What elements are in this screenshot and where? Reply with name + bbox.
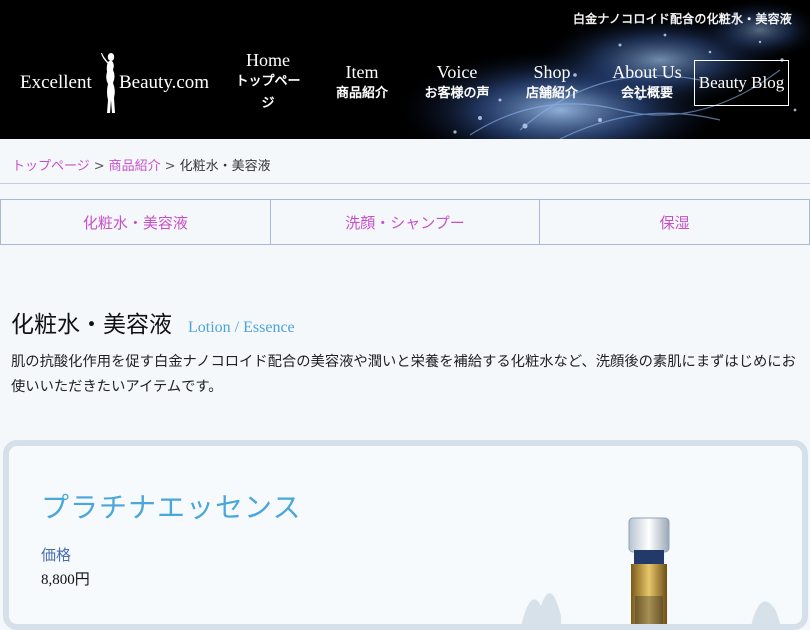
breadcrumb-items-link[interactable]: 商品紹介 [109,159,161,174]
nav-voice[interactable]: Voice お客様の声 [418,61,496,105]
section-title-ja: 化粧水・美容液 [11,312,172,338]
logo-text-right: Beauty.com [119,72,210,93]
logo-text-left: Excellent [20,72,92,93]
product-name[interactable]: プラチナエッセンス [41,486,301,526]
section-title: 化粧水・美容液 Lotion / Essence [11,305,295,339]
breadcrumb-divider [0,183,810,184]
tab-lotion-essence[interactable]: 化粧水・美容液 [1,200,271,244]
breadcrumb-separator: > [164,159,176,174]
product-price: 8,800円 [41,572,90,588]
site-header: 白金ナノコロイド配合の化粧水・美容液 Excellent Beauty.com … [0,0,810,139]
nav-home[interactable]: Home トップペー ジ [232,49,304,115]
nav-about-us-ja: 会社概要 [620,86,673,101]
site-logo[interactable]: Excellent Beauty.com [20,52,225,114]
breadcrumb-current: 化粧水・美容液 [179,159,271,174]
nav-about-us-en: About Us [612,62,682,82]
breadcrumb-home-link[interactable]: トップページ [12,159,90,174]
breadcrumb: トップページ > 商品紹介 > 化粧水・美容液 [12,155,271,174]
category-tabs: 化粧水・美容液 洗顔・シャンプー 保湿 [0,199,810,245]
nav-item-ja: 商品紹介 [335,86,388,101]
nav-item[interactable]: Item 商品紹介 [328,61,396,105]
tab-moisturizing[interactable]: 保湿 [540,200,809,244]
price-label: 価格 [41,546,72,564]
beauty-blog-button[interactable]: Beauty Blog [694,60,789,106]
nav-voice-en: Voice [436,62,478,82]
tab-face-wash-shampoo[interactable]: 洗顔・シャンプー [271,200,541,244]
nav-voice-ja: お客様の声 [424,86,490,101]
section-title-en: Lotion / Essence [188,319,295,336]
nav-home-ja: トップペー ジ [235,74,301,111]
nav-home-en: Home [246,50,290,70]
product-card: プラチナエッセンス 価格 8,800円 [3,440,808,630]
nav-shop[interactable]: Shop 店舗紹介 [516,61,588,105]
nav-shop-en: Shop [533,62,571,82]
section-description: 肌の抗酸化作用を促す白金ナノコロイド配合の美容液や潤いと栄養を補給する化粧水など… [11,354,796,395]
site-tagline: 白金ナノコロイド配合の化粧水・美容液 [572,12,792,26]
breadcrumb-separator: > [93,159,105,174]
nav-item-en: Item [345,62,379,82]
nav-about-us[interactable]: About Us 会社概要 [604,61,690,105]
nav-shop-ja: 店舗紹介 [525,86,578,101]
